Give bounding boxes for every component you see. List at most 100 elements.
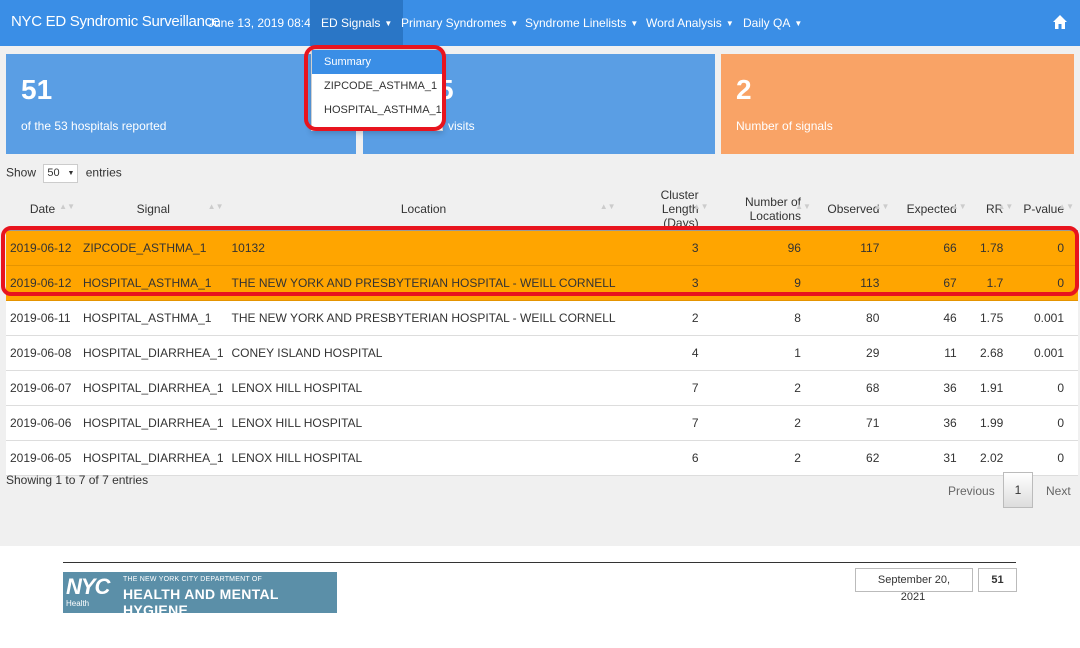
logo-agency-name: HEALTH AND MENTAL HYGIENE <box>123 586 279 618</box>
signals-count: 2 <box>736 74 752 105</box>
col-date[interactable]: Date ▲▼ <box>6 188 79 231</box>
slide-date: September 20, <box>855 568 973 592</box>
signals-box: 2 Number of signals <box>721 54 1074 154</box>
show-entries-control: Show 50 ▼ entries <box>6 164 122 183</box>
table-cell: 1.99 <box>970 405 1018 441</box>
nav-daily-qa[interactable]: Daily QA ▼ <box>732 0 813 46</box>
dashboard-app: NYC ED Syndromic Surveillance June 13, 2… <box>0 0 1080 546</box>
pagination-next[interactable]: Next <box>1046 484 1071 498</box>
dropdown-highlight-annotation <box>304 45 446 131</box>
table-cell: 62 <box>814 440 894 476</box>
table-cell: 11 <box>893 335 971 371</box>
table-row: 2019-06-07 HOSPITAL_DIARRHEA_1 LENOX HILL … <box>6 370 1078 406</box>
col-number-locations[interactable]: Number of Locations ▲▼ <box>712 188 815 231</box>
sort-icon: ▲▼ <box>950 202 967 211</box>
table-cell: 29 <box>814 335 894 371</box>
nav-word-analysis[interactable]: Word Analysis ▼ <box>635 0 745 46</box>
table-cell: 2 <box>619 300 713 336</box>
table-row: 2019-06-08 HOSPITAL_DIARRHEA_1 CONEY ISLAN… <box>6 335 1078 371</box>
hospitals-reported-label: of the 53 hospitals reported <box>21 119 167 133</box>
table-cell: 31 <box>893 440 971 476</box>
table-cell: CONEY ISLAND HOSPITAL <box>227 335 620 371</box>
table-cell: 4 <box>619 335 713 371</box>
table-cell: 2019-06-08 <box>6 335 79 371</box>
col-signal[interactable]: Signal ▲▼ <box>79 188 228 231</box>
table-cell: 2.02 <box>970 440 1018 476</box>
report-datetime: June 13, 2019 08:40 <box>208 16 318 30</box>
table-cell: THE NEW YORK AND PRESBYTERIAN HOSPITAL -… <box>227 300 620 336</box>
nyc-health-logo: NYC Health THE NEW YORK CITY DEPARTMENT … <box>63 572 337 618</box>
table-cell: 2019-06-05 <box>6 440 79 476</box>
table-cell: HOSPITAL_DIARRHEA_1 <box>79 405 228 441</box>
table-cell: 0 <box>1017 405 1078 441</box>
table-cell: 2019-06-07 <box>6 370 79 406</box>
table-cell: 2 <box>712 440 815 476</box>
nav-primary-syndromes[interactable]: Primary Syndromes ▼ <box>390 0 529 46</box>
slide-page-number: 51 <box>978 568 1017 592</box>
col-p-value[interactable]: P-value ▲▼ <box>1017 188 1078 231</box>
col-expected[interactable]: Expected ▲▼ <box>893 188 971 231</box>
col-location[interactable]: Location ▲▼ <box>227 188 620 231</box>
col-observed[interactable]: Observed ▲▼ <box>814 188 894 231</box>
table-cell: 0 <box>1017 370 1078 406</box>
visits-label: visits <box>448 119 475 133</box>
sort-icon: ▲▼ <box>795 202 811 211</box>
table-cell: 1.91 <box>970 370 1018 406</box>
table-cell: HOSPITAL_DIARRHEA_1 <box>79 440 228 476</box>
pagination-page-1[interactable]: 1 <box>1003 472 1033 508</box>
table-cell: 7 <box>619 370 713 406</box>
table-cell: LENOX HILL HOSPITAL <box>227 440 620 476</box>
logo-health-text: Health <box>66 599 90 608</box>
table-row: 2019-06-11 HOSPITAL_ASTHMA_1 THE NEW YORK … <box>6 300 1078 336</box>
table-cell: HOSPITAL_DIARRHEA_1 <box>79 370 228 406</box>
sort-icon: ▲▼ <box>1058 202 1074 211</box>
table-cell: 0.001 <box>1017 300 1078 336</box>
table-cell: 7 <box>619 405 713 441</box>
entries-select[interactable]: 50 ▼ <box>43 164 79 183</box>
logo-dept-text: THE NEW YORK CITY DEPARTMENT OF <box>123 576 262 583</box>
select-arrow-icon: ▼ <box>67 170 75 177</box>
table-cell: 1 <box>712 335 815 371</box>
table-cell: 36 <box>893 405 971 441</box>
pagination-previous[interactable]: Previous <box>948 484 995 498</box>
table-cell: LENOX HILL HOSPITAL <box>227 370 620 406</box>
table-cell: 2019-06-06 <box>6 405 79 441</box>
table-cell: 36 <box>893 370 971 406</box>
sort-icon: ▲▼ <box>692 202 709 211</box>
app-title[interactable]: NYC ED Syndromic Surveillance <box>11 13 220 30</box>
signals-label: Number of signals <box>736 119 833 133</box>
hospitals-reported-count: 51 <box>21 74 53 105</box>
table-cell: 0 <box>1017 440 1078 476</box>
home-icon[interactable] <box>1052 14 1068 30</box>
sort-icon: ▲▼ <box>59 202 75 211</box>
rows-highlight-annotation <box>1 226 1079 296</box>
table-cell: 71 <box>814 405 894 441</box>
logo-nyc-text: NYC <box>66 574 110 599</box>
sort-icon: ▲▼ <box>207 202 224 211</box>
slide-date-year: 2021 <box>900 591 926 603</box>
table-cell: 8 <box>712 300 815 336</box>
table-cell: 2019-06-11 <box>6 300 79 336</box>
table-cell: 2 <box>712 370 815 406</box>
sort-icon: ▲▼ <box>873 202 890 211</box>
table-cell: 2 <box>712 405 815 441</box>
table-row: 2019-06-05 HOSPITAL_DIARRHEA_1 LENOX HILL … <box>6 440 1078 476</box>
col-rr[interactable]: RR ▲▼ <box>970 188 1018 231</box>
table-cell: 0.001 <box>1017 335 1078 371</box>
table-row: 2019-06-06 HOSPITAL_DIARRHEA_1 LENOX HILL … <box>6 405 1078 441</box>
table-cell: 6 <box>619 440 713 476</box>
table-cell: 2.68 <box>970 335 1018 371</box>
footer-divider <box>63 562 1016 563</box>
sort-icon: ▲▼ <box>599 202 616 211</box>
table-cell: 1.75 <box>970 300 1018 336</box>
col-cluster-length[interactable]: Cluster Length (Days) ▲▼ <box>619 188 713 231</box>
table-cell: HOSPITAL_ASTHMA_1 <box>79 300 228 336</box>
table-info: Showing 1 to 7 of 7 entries <box>6 473 149 487</box>
nav-syndrome-linelists[interactable]: Syndrome Linelists ▼ <box>514 0 649 46</box>
table-cell: 46 <box>893 300 971 336</box>
table-cell: 80 <box>814 300 894 336</box>
caret-down-icon: ▼ <box>794 19 803 28</box>
table-cell: 68 <box>814 370 894 406</box>
sort-icon: ▲▼ <box>997 202 1014 211</box>
table-cell: LENOX HILL HOSPITAL <box>227 405 620 441</box>
